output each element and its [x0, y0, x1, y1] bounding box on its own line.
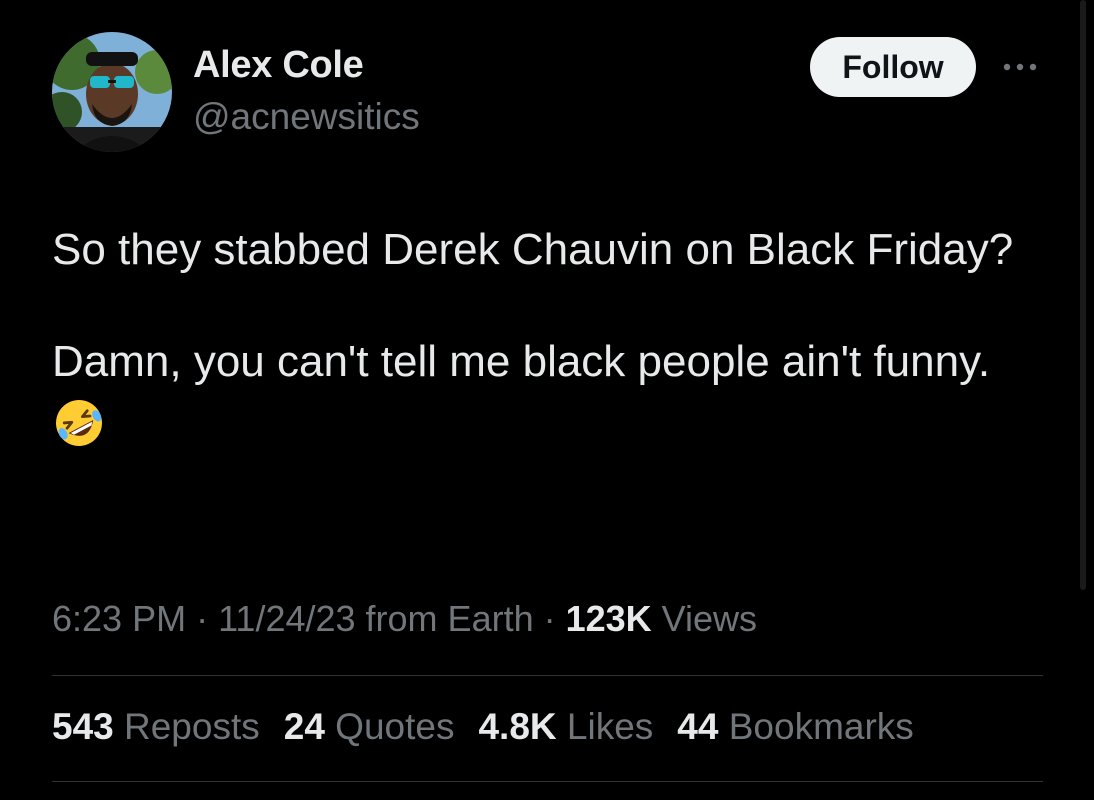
bookmarks-count: 44 — [677, 706, 719, 747]
tweet-metadata: 6:23 PM · 11/24/23 from Earth · 123K Vie… — [52, 598, 757, 640]
bookmarks-stat[interactable]: 44 Bookmarks — [677, 706, 914, 748]
tweet-paragraph-1: So they stabbed Derek Chauvin on Black F… — [52, 225, 1014, 274]
scrollbar[interactable] — [1080, 0, 1086, 590]
quotes-count: 24 — [283, 706, 325, 747]
reposts-stat[interactable]: 543 Reposts — [52, 706, 260, 748]
divider-bottom — [52, 781, 1043, 782]
quotes-stat[interactable]: 24 Quotes — [284, 706, 455, 748]
author-display-name[interactable]: Alex Cole — [193, 44, 364, 87]
rolling-on-floor-laughing-emoji — [56, 400, 102, 446]
views-count: 123K — [565, 598, 652, 639]
follow-button-label: Follow — [842, 48, 944, 85]
more-options-button[interactable] — [995, 50, 1045, 84]
author-handle[interactable]: @acnewsitics — [193, 96, 420, 138]
quotes-label: Quotes — [324, 706, 455, 747]
tweet-text: So they stabbed Derek Chauvin on Black F… — [52, 222, 1062, 450]
tweet-time[interactable]: 6:23 PM — [52, 598, 186, 639]
reposts-label: Reposts — [113, 706, 260, 747]
tweet-date[interactable]: 11/24/23 — [218, 598, 355, 639]
likes-label: Likes — [556, 706, 654, 747]
bookmarks-label: Bookmarks — [718, 706, 914, 747]
meta-separator: · — [186, 598, 219, 639]
divider-top — [52, 675, 1043, 676]
avatar[interactable] — [52, 32, 172, 152]
likes-stat[interactable]: 4.8K Likes — [478, 706, 653, 748]
tweet-source: from Earth — [355, 598, 534, 639]
follow-button[interactable]: Follow — [810, 37, 976, 97]
tweet-detail: Alex Cole @acnewsitics Follow So they st… — [0, 0, 1094, 800]
engagement-stats: 543 Reposts 24 Quotes 4.8K Likes 44 Book… — [52, 706, 938, 748]
reposts-count: 543 — [52, 706, 114, 747]
meta-separator-2: · — [533, 598, 566, 639]
more-horizontal-icon — [1003, 63, 1037, 71]
likes-count: 4.8K — [478, 706, 557, 747]
tweet-paragraph-2: Damn, you can't tell me black people ain… — [52, 337, 991, 386]
views-label: Views — [651, 598, 758, 639]
